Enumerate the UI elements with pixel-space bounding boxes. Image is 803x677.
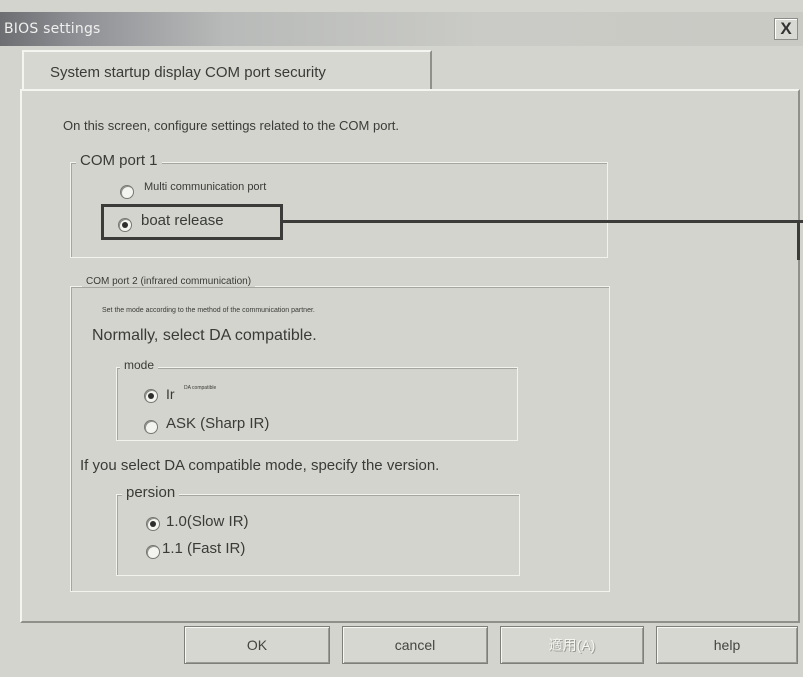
label-ask-sharp-ir: ASK (Sharp IR): [166, 415, 270, 432]
radio-version-1-1[interactable]: [146, 545, 160, 559]
help-button[interactable]: help: [656, 626, 798, 664]
apply-button[interactable]: 適用(A): [500, 626, 644, 664]
bios-settings-window: BIOS settings X System startup display C…: [0, 0, 803, 677]
version-group: [116, 494, 520, 576]
title-bar: BIOS settings X: [0, 12, 803, 46]
intro-text: On this screen, configure settings relat…: [63, 118, 399, 133]
com-port-1-title: COM port 1: [76, 152, 162, 169]
version-title: persion: [122, 484, 180, 501]
radio-ask-sharp-ir[interactable]: [144, 420, 158, 434]
radio-multi-communication-port[interactable]: [120, 185, 134, 199]
radio-ir-da-compatible[interactable]: [144, 389, 158, 403]
callout-leader-tick: [797, 220, 800, 260]
com-port-2-note-large: Normally, select DA compatible.: [92, 327, 317, 344]
highlight-callout-box: [101, 204, 283, 240]
com-port-2-note-small: Set the mode according to the method of …: [102, 307, 315, 314]
mode-title: mode: [120, 358, 159, 372]
label-multi-communication-port: Multi communication port: [144, 181, 267, 193]
cancel-button[interactable]: cancel: [342, 626, 488, 664]
window-title: BIOS settings: [4, 21, 101, 37]
callout-leader-line: [283, 220, 803, 223]
close-button[interactable]: X: [774, 18, 798, 40]
com-port-2-title: COM port 2 (infrared communication): [82, 276, 256, 287]
tab-system-startup-display-com-port-security[interactable]: System startup display COM port security: [22, 50, 432, 92]
label-ir: Ir: [166, 386, 175, 402]
tab-label: System startup display COM port security: [50, 64, 326, 81]
label-version-1-1: 1.1 (Fast IR): [162, 540, 246, 557]
label-da-compatible: DA compatible: [184, 385, 217, 391]
ok-button[interactable]: OK: [184, 626, 330, 664]
version-note: If you select DA compatible mode, specif…: [80, 457, 440, 474]
label-version-1-0: 1.0(Slow IR): [166, 513, 249, 530]
radio-version-1-0[interactable]: [146, 517, 160, 531]
close-icon: X: [780, 19, 792, 38]
